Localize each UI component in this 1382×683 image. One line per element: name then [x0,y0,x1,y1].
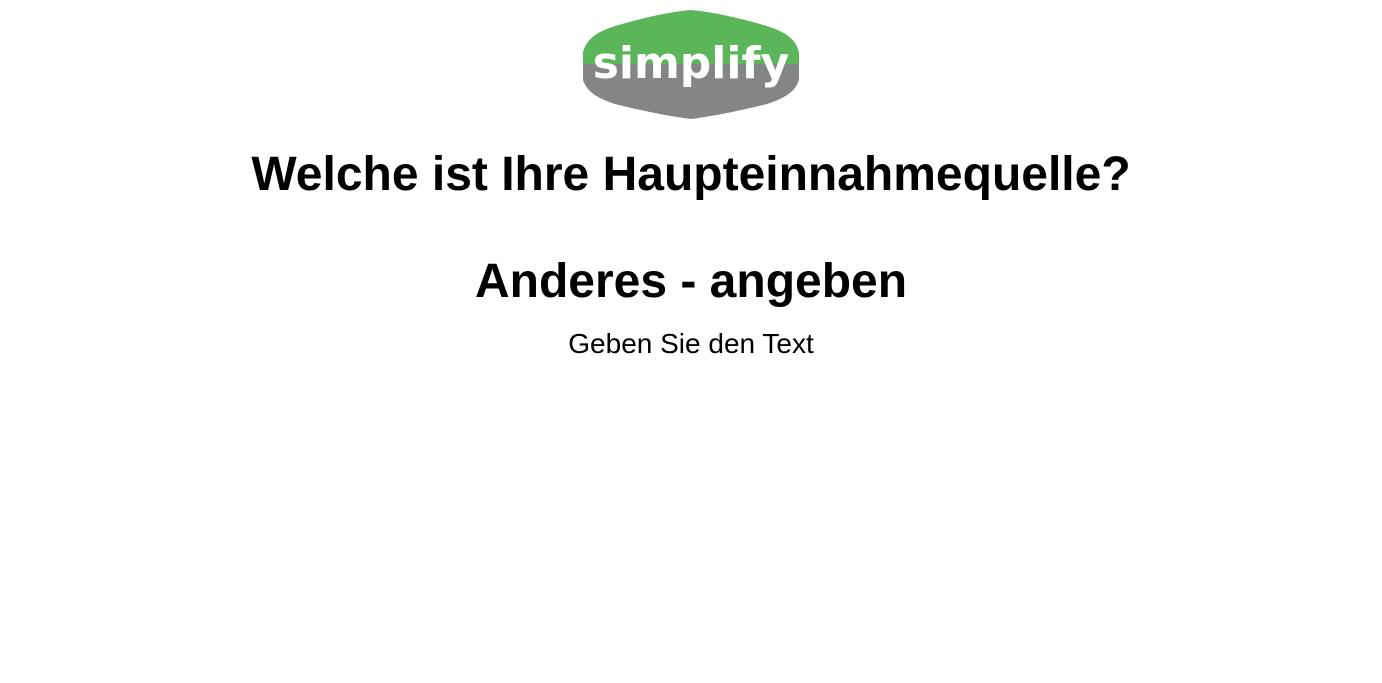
question-title: Welche ist Ihre Haupteinnahmequelle? [251,148,1131,201]
simplify-logo-graphic: simplify [583,10,799,119]
logo-text: simplify [593,38,790,89]
survey-page: simplify Welche ist Ihre Haupteinnahmequ… [0,0,1382,683]
option-title: Anderes - angeben [474,255,908,308]
other-text-input-prompt[interactable]: Geben Sie den Text [0,327,1382,361]
simplify-logo: simplify [583,10,799,119]
